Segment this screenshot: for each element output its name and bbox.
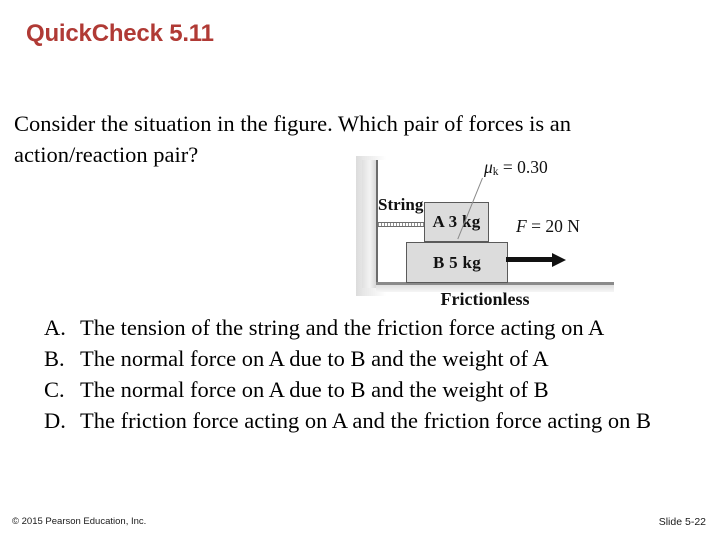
slide-number: Slide 5-22 — [658, 516, 706, 528]
force-arrow-head-icon — [552, 252, 566, 267]
mu-value: = 0.30 — [498, 157, 548, 177]
applied-force-label: F = 20 N — [516, 216, 580, 237]
block-a: A 3 kg — [424, 202, 489, 242]
wall-graphic — [362, 160, 376, 288]
page-title: QuickCheck 5.11 — [26, 20, 214, 47]
block-b: B 5 kg — [406, 242, 508, 283]
friction-coefficient-label: μk = 0.30 — [484, 157, 548, 178]
answer-option-b[interactable]: B. The normal force on A due to B and th… — [44, 343, 684, 374]
force-value: = 20 N — [526, 216, 580, 236]
answer-text-c: The normal force on A due to B and the w… — [80, 377, 549, 402]
answer-letter-a: A. — [44, 315, 66, 340]
answer-option-c[interactable]: C. The normal force on A due to B and th… — [44, 374, 684, 405]
copyright-notice: © 2015 Pearson Education, Inc. — [12, 516, 147, 527]
force-symbol: F — [516, 216, 527, 236]
answer-text-a: The tension of the string and the fricti… — [80, 315, 605, 340]
answer-letter-b: B. — [44, 346, 65, 371]
answer-option-a[interactable]: A. The tension of the string and the fri… — [44, 312, 684, 343]
mu-symbol: μ — [484, 157, 493, 177]
answer-text-b: The normal force on A due to B and the w… — [80, 346, 549, 371]
force-arrow-icon — [506, 257, 554, 262]
physics-figure: String A 3 kg B 5 kg μk = 0.30 F = 20 N … — [356, 156, 614, 309]
answer-letter-d: D. — [44, 408, 66, 433]
answer-options: A. The tension of the string and the fri… — [44, 312, 684, 436]
answer-text-d: The friction force acting on A and the f… — [80, 408, 652, 433]
answer-letter-c: C. — [44, 377, 65, 402]
frictionless-caption: Frictionless — [440, 289, 530, 309]
answer-option-d[interactable]: D. The friction force acting on A and th… — [44, 405, 684, 436]
string-graphic — [378, 222, 425, 227]
string-label: String — [378, 195, 424, 214]
